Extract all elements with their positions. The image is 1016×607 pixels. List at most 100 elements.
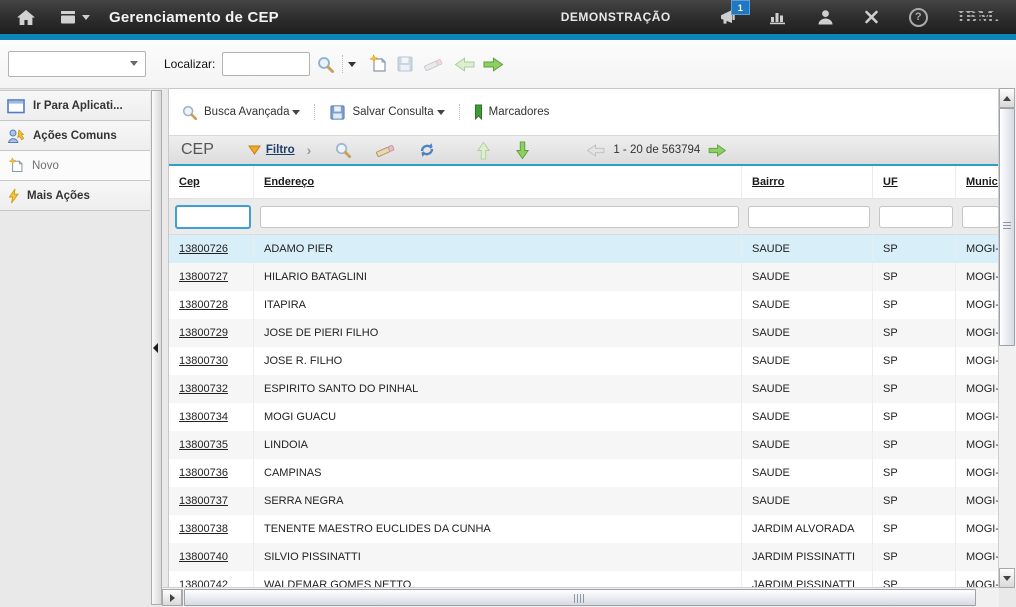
search-icon — [181, 104, 198, 121]
table-row[interactable]: 13800738 TENENTE MAESTRO EUCLIDES DA CUN… — [169, 515, 999, 543]
new-record-icon[interactable] — [368, 54, 388, 74]
table-row[interactable]: 13800742 WALDEMAR GOMES NETTO JARDIM PIS… — [169, 571, 999, 588]
table-row[interactable]: 13800726 ADAMO PIER SAUDE SP MOGI-MI — [169, 235, 999, 263]
cep-link[interactable]: 13800734 — [179, 411, 228, 423]
localizar-input[interactable] — [222, 52, 310, 76]
vertical-scroll-thumb[interactable] — [999, 108, 1015, 346]
table-row[interactable]: 13800735 LINDOIA SAUDE SP MOGI-MI — [169, 431, 999, 459]
cep-link[interactable]: 13800740 — [179, 551, 228, 563]
uf-cell: SP — [873, 235, 956, 263]
municipio-cell: MOGI-MI — [956, 263, 999, 291]
cep-link[interactable]: 13800730 — [179, 355, 228, 367]
bookmark-icon — [474, 104, 483, 120]
title-bar: Gerenciamento de CEP DEMONSTRAÇÃO 1 ? IB… — [0, 0, 1016, 34]
sidebar-item-ir-para-aplicativo[interactable]: Ir Para Aplicati... — [0, 90, 150, 121]
app-switcher-icon[interactable] — [57, 10, 91, 25]
column-header-cep[interactable]: Cep — [169, 166, 254, 198]
column-header-uf[interactable]: UF — [873, 166, 956, 198]
query-toolbar: Busca Avançada Salvar Consulta Marcadore… — [169, 89, 999, 135]
filter-input-cep[interactable] — [175, 205, 251, 229]
collapse-sidebar-icon[interactable] — [153, 343, 158, 353]
grid-header-row: Cep Endereço Bairro UF Municíp — [169, 166, 999, 199]
profile-icon[interactable] — [817, 9, 834, 25]
cep-link[interactable]: 13800737 — [179, 495, 228, 507]
previous-record-icon[interactable] — [454, 56, 475, 73]
home-icon[interactable] — [13, 9, 39, 26]
logout-icon[interactable] — [864, 10, 879, 24]
table-row[interactable]: 13800740 SILVIO PISSINATTI JARDIM PISSIN… — [169, 543, 999, 571]
goto-combobox[interactable] — [8, 51, 146, 77]
table-row[interactable]: 13800730 JOSE R. FILHO SAUDE SP MOGI-MI — [169, 347, 999, 375]
endereco-cell: ITAPIRA — [254, 291, 742, 319]
filter-input-bairro[interactable] — [748, 206, 870, 228]
sidebar-item-acoes-comuns[interactable]: Ações Comuns — [0, 121, 150, 151]
endereco-cell: ESPIRITO SANTO DO PINHAL — [254, 375, 742, 403]
previous-row-icon[interactable] — [475, 141, 492, 160]
search-icon[interactable] — [334, 141, 352, 159]
municipio-cell: MOGI-MI — [956, 291, 999, 319]
save-query-caret[interactable] — [437, 110, 445, 115]
sidebar-item-label: Ir Para Aplicati... — [33, 100, 123, 112]
grid-title: CEP — [181, 141, 214, 159]
refresh-icon[interactable] — [418, 141, 436, 159]
next-row-icon[interactable] — [514, 141, 531, 160]
bookmarks-button[interactable]: Marcadores — [474, 104, 550, 120]
next-record-icon[interactable] — [483, 56, 504, 73]
save-query-button[interactable]: Salvar Consulta — [329, 104, 433, 121]
endereco-cell: ADAMO PIER — [254, 235, 742, 263]
cep-link[interactable]: 13800729 — [179, 327, 228, 339]
advanced-search-button[interactable]: Busca Avançada — [181, 104, 289, 121]
filter-toggle[interactable]: Filtro — [248, 144, 295, 156]
cep-link[interactable]: 13800727 — [179, 271, 228, 283]
table-row[interactable]: 13800736 CAMPINAS SAUDE SP MOGI-MI — [169, 459, 999, 487]
reports-icon[interactable] — [769, 10, 787, 25]
advanced-search-caret[interactable] — [292, 110, 300, 115]
announcements-icon[interactable]: 1 — [719, 9, 739, 25]
endereco-cell: LINDOIA — [254, 431, 742, 459]
column-header-municipio[interactable]: Municíp — [956, 166, 999, 198]
column-header-bairro[interactable]: Bairro — [742, 166, 873, 198]
filter-input-municipio[interactable] — [962, 206, 999, 228]
cep-link[interactable]: 13800732 — [179, 383, 228, 395]
filter-input-uf[interactable] — [879, 206, 953, 228]
cep-link[interactable]: 13800726 — [179, 243, 228, 255]
ibm-logo: IBM. — [958, 7, 1000, 27]
scroll-right-button[interactable] — [162, 589, 182, 606]
column-header-endereco[interactable]: Endereço — [254, 166, 742, 198]
table-row[interactable]: 13800732 ESPIRITO SANTO DO PINHAL SAUDE … — [169, 375, 999, 403]
previous-page-icon[interactable] — [586, 143, 605, 158]
table-row[interactable]: 13800734 MOGI GUACU SAUDE SP MOGI-MI — [169, 403, 999, 431]
sidebar-splitter[interactable] — [151, 90, 162, 605]
search-icon[interactable] — [316, 55, 335, 74]
save-icon[interactable] — [396, 55, 414, 73]
sidebar-item-mais-acoes[interactable]: Mais Ações — [0, 181, 150, 211]
next-page-icon[interactable] — [708, 143, 727, 158]
endereco-cell: HILARIO BATAGLINI — [254, 263, 742, 291]
table-row[interactable]: 13800737 SERRA NEGRA SAUDE SP MOGI-MI — [169, 487, 999, 515]
search-options-caret[interactable] — [348, 62, 356, 67]
sidebar-item-novo[interactable]: Novo — [0, 151, 150, 181]
application-window-icon — [7, 98, 26, 114]
cep-link[interactable]: 13800735 — [179, 439, 228, 451]
filter-input-endereco[interactable] — [260, 206, 739, 228]
bairro-cell: JARDIM ALVORADA — [742, 515, 873, 543]
clear-changes-icon[interactable] — [422, 55, 444, 73]
scroll-up-button[interactable] — [999, 88, 1015, 108]
table-row[interactable]: 13800727 HILARIO BATAGLINI SAUDE SP MOGI… — [169, 263, 999, 291]
cep-link[interactable]: 13800736 — [179, 467, 228, 479]
vertical-scrollbar[interactable] — [998, 88, 1016, 588]
quickfind-toolbar: Localizar: — [0, 40, 1016, 89]
table-row[interactable]: 13800728 ITAPIRA SAUDE SP MOGI-MI — [169, 291, 999, 319]
chevron-down-icon — [82, 15, 90, 20]
horizontal-scroll-thumb[interactable] — [184, 589, 976, 606]
advanced-search-label: Busca Avançada — [204, 106, 289, 118]
help-icon[interactable]: ? — [909, 8, 928, 27]
bairro-cell: JARDIM PISSINATTI — [742, 571, 873, 588]
scroll-down-button[interactable] — [999, 568, 1015, 588]
uf-cell: SP — [873, 347, 956, 375]
clear-filter-icon[interactable] — [374, 141, 396, 159]
horizontal-scrollbar[interactable] — [162, 587, 999, 607]
cep-link[interactable]: 13800728 — [179, 299, 228, 311]
table-row[interactable]: 13800729 JOSE DE PIERI FILHO SAUDE SP MO… — [169, 319, 999, 347]
cep-link[interactable]: 13800738 — [179, 523, 228, 535]
